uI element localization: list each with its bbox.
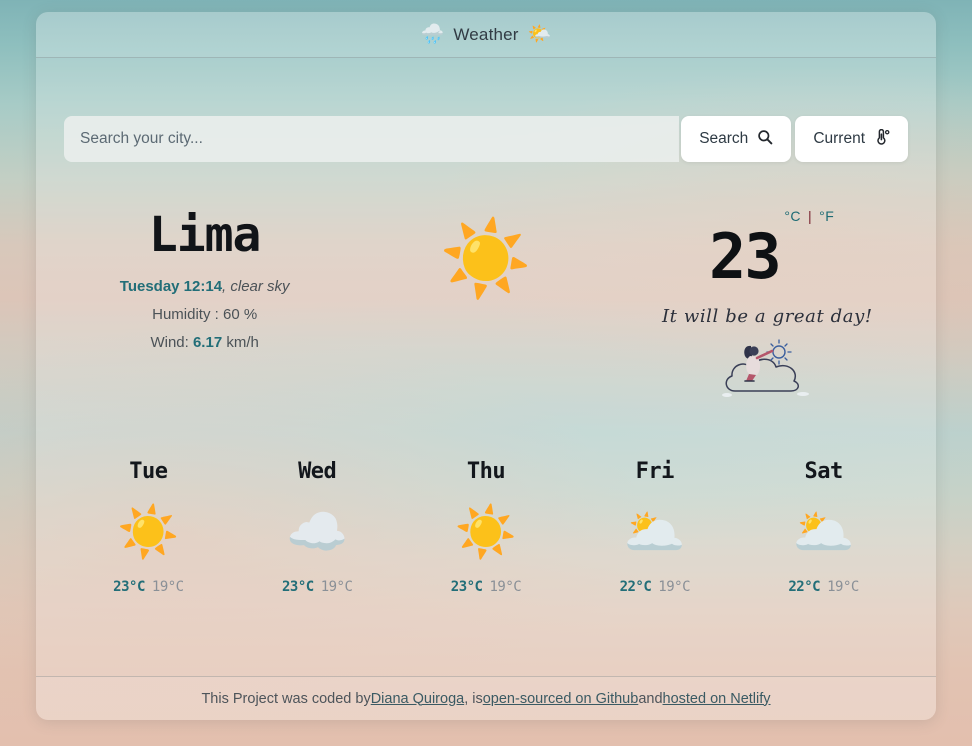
search-button-label: Search [699,130,749,147]
sun-behind-cloud-icon: 🌥️ [792,504,855,560]
mood-message: It will be a great day! [661,306,873,327]
search-button[interactable]: Search [681,116,792,162]
forecast-min-temp: 19°C [151,579,184,595]
wind-label: Wind: [150,334,193,352]
forecast-day-label: Wed [298,459,337,484]
app-title-text: Weather [453,24,519,44]
forecast-temperatures: 23°C 19°C [64,579,233,595]
forecast-day-label: Fri [635,459,675,484]
footer-text-2: , is [464,690,483,707]
forecast-temperatures: 23°C 19°C [233,579,402,595]
sun-icon: ☀️ [117,504,180,560]
forecast-max-temp: 22°C [788,579,821,595]
forecast-day: Tue ☀️ 23°C 19°C [64,459,233,595]
day-time-description: Tuesday 12:14, clear sky [64,278,345,295]
forecast-min-temp: 19°C [658,579,690,595]
humidity-label: Humidity : [152,306,223,324]
cloud-icon: ☁️ [286,504,349,560]
search-icon [757,129,773,149]
app-body: Search Current [36,58,936,676]
weather-description: , clear sky [222,278,290,296]
sun-behind-cloud-icon: 🌤️ [527,24,552,45]
sun-icon: ☀️ [439,217,533,300]
app-footer: This Project was coded by Diana Quiroga … [36,676,936,720]
celsius-link[interactable]: °C [784,208,801,224]
netlify-link[interactable]: hosted on Netlify [663,691,771,707]
wind-unit: km/h [222,334,259,352]
forecast-day-label: Sat [804,459,843,484]
app-header: 🌧️ Weather 🌤️ [36,12,936,58]
footer-text-1: This Project was coded by [201,690,371,707]
forecast-temperatures: 22°C 19°C [570,579,739,595]
current-weather-icon-wrap: ☀️ [345,208,626,296]
app-title: 🌧️ Weather 🌤️ [420,25,551,45]
forecast-day: Sat 🌥️ 22°C 19°C [739,459,908,595]
forecast-day-label: Thu [466,459,506,484]
wind-value: 6.17 [192,334,223,352]
forecast-day-label: Tue [129,459,168,484]
current-button-label: Current [813,130,865,147]
rain-cloud-icon: 🌧️ [420,24,445,45]
sun-icon: ☀️ [454,504,518,560]
city-info: Lima Tuesday 12:14, clear sky Humidity :… [64,207,345,352]
forecast-min-temp: 19°C [827,579,859,595]
search-input[interactable] [64,116,680,162]
forecast-max-temp: 23°C [281,579,314,595]
humidity-row: Humidity : 60 % [64,306,345,323]
day-time: Tuesday 12:14 [119,278,223,296]
forecast-min-temp: 19°C [489,579,522,595]
thermometer-icon [874,128,890,150]
forecast-day: Fri 🌥️ 22°C 19°C [570,459,739,595]
humidity-value: 60 % [222,306,258,324]
cloud-illustration [627,329,908,401]
wind-row: Wind: 6.17 km/h [64,334,345,351]
search-bar: Search Current [64,116,908,162]
forecast-day: Thu ☀️ 23°C 19°C [402,459,571,595]
forecast-max-temp: 22°C [619,579,652,595]
forecast-max-temp: 23°C [450,579,483,595]
fahrenheit-link[interactable]: °F [819,208,834,224]
city-name: Lima [148,207,262,263]
unit-separator: | [808,208,813,224]
forecast-temperatures: 23°C 19°C [402,579,571,595]
current-location-button[interactable]: Current [795,116,908,162]
forecast-temperatures: 22°C 19°C [739,579,908,595]
github-link[interactable]: open-sourced on Github [483,691,639,707]
current-weather: Lima Tuesday 12:14, clear sky Humidity :… [64,208,908,433]
forecast-day: Wed ☁️ 23°C 19°C [233,459,402,595]
temperature-value: 23 [709,220,782,293]
sun-behind-cloud-icon: 🌥️ [623,504,686,560]
weather-app-card: 🌧️ Weather 🌤️ Search Current [36,12,936,720]
temperature-block: °C | °F 23 It will be a great day! [627,208,908,401]
forecast-min-temp: 19°C [320,579,353,595]
author-link[interactable]: Diana Quiroga [371,691,465,707]
footer-text-3: and [638,690,663,707]
forecast-max-temp: 23°C [113,579,145,595]
forecast-row: Tue ☀️ 23°C 19°C Wed ☁️ 23°C 19°C Thu ☀️ 2… [64,459,908,595]
